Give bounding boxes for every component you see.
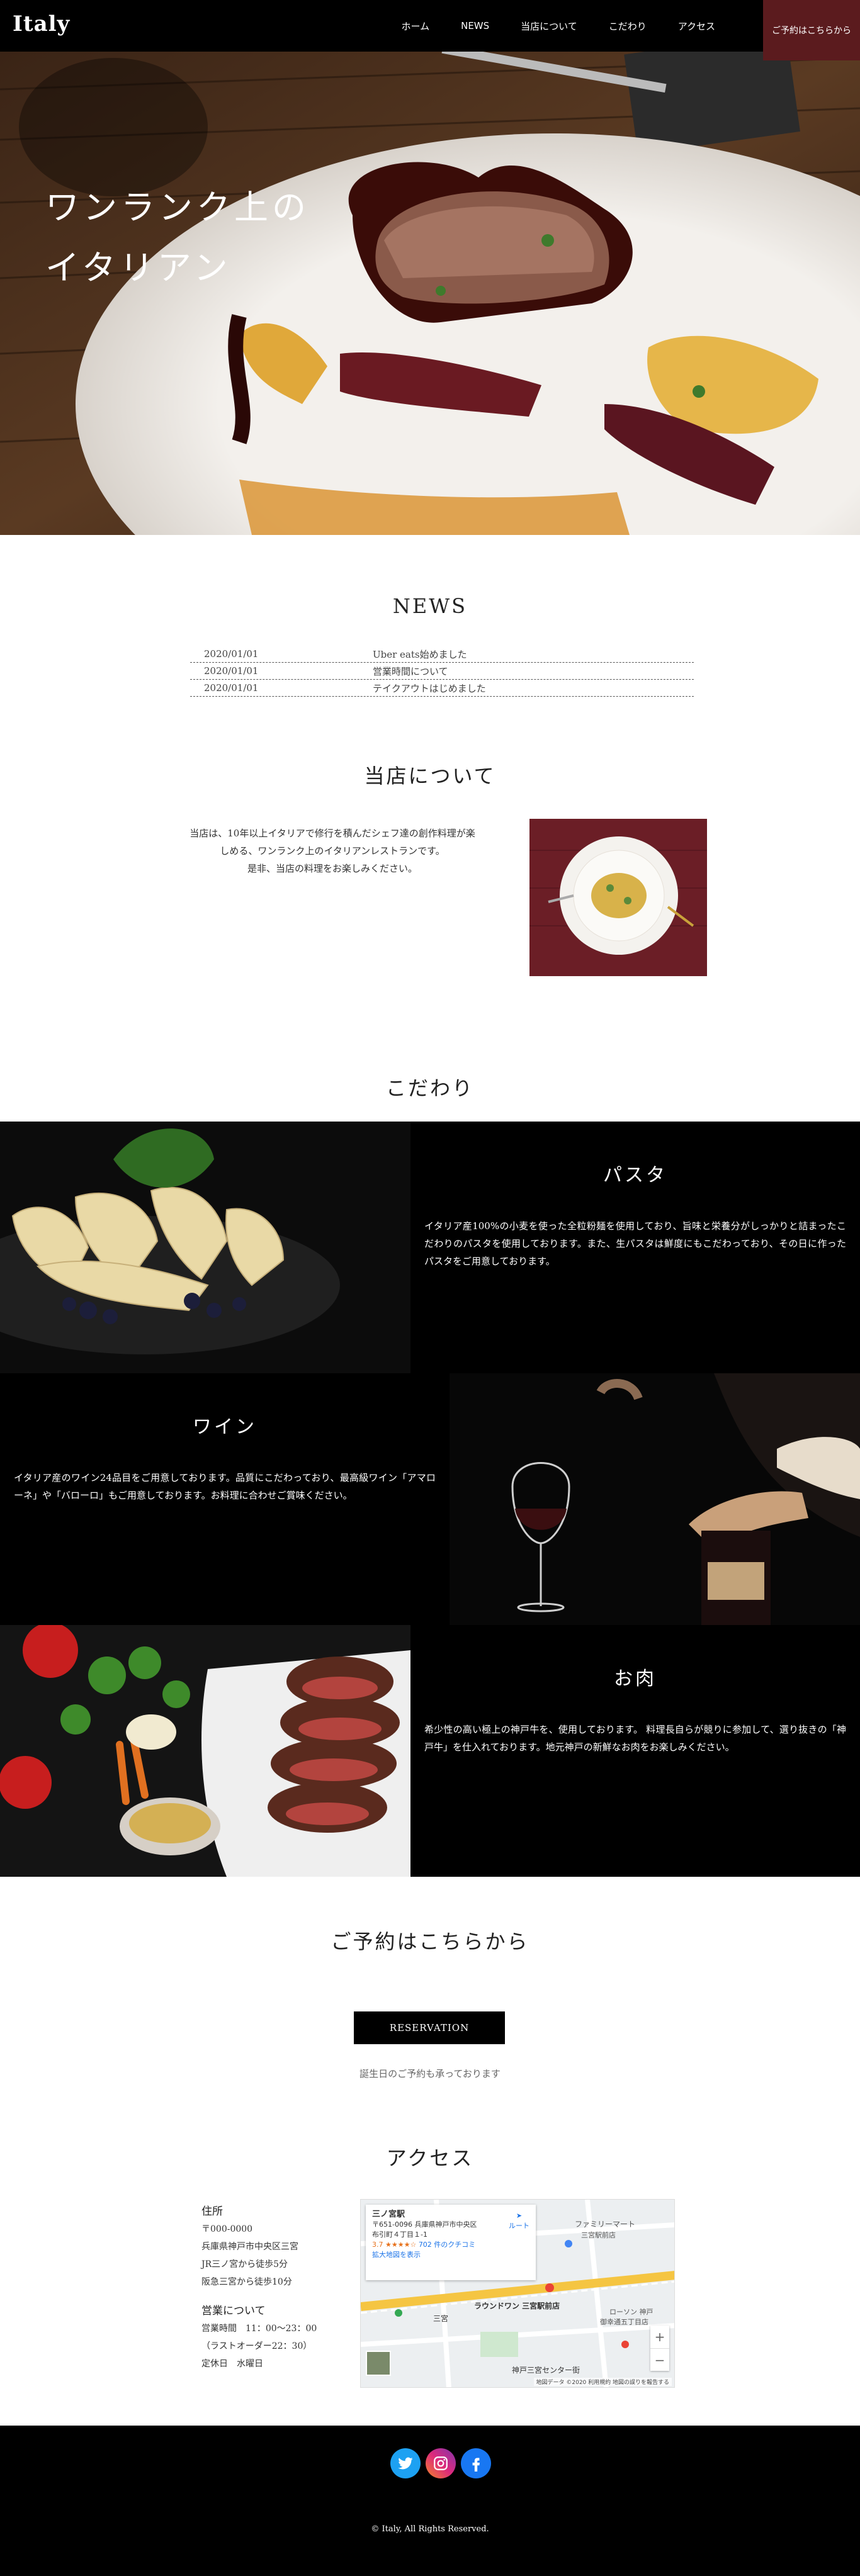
map-label: 神戸三宮センター街 (512, 2366, 580, 2375)
access-title: アクセス (386, 2146, 474, 2170)
map-place-name: 三ノ宮駅 (372, 2210, 405, 2219)
about-text: 当店は、10年以上イタリアで修行を積んだシェフ達の創作料理が楽 しめる、ワンラン… (169, 824, 496, 877)
about-pasta-image (529, 819, 707, 976)
news-section: NEWS 2020/01/01 Uber eats始めました 2020/01/0… (0, 594, 860, 697)
main-nav: ホーム NEWS 当店について こだわり アクセス (370, 0, 715, 52)
reserve-title: ご予約はこちらから (331, 1930, 529, 1954)
zoom-out-icon[interactable]: − (650, 2348, 669, 2371)
address-line: 阪急三宮から徒歩10分 (201, 2277, 292, 2287)
twitter-icon[interactable] (390, 2448, 421, 2478)
hours-line: （ラストオーダー22：30） (201, 2341, 312, 2351)
nav-home[interactable]: ホーム (402, 20, 430, 33)
about-section: 当店について 当店は、10年以上イタリアで修行を積んだシェフ達の創作料理が楽 し… (0, 760, 860, 976)
google-map[interactable]: 三ノ宮駅 〒651-0096 兵庫県神戸市中央区 布引町４丁目１-1 3.7 ★… (360, 2199, 675, 2388)
feature-wine: ワイン イタリア産のワイン24品目をご用意しております。品質にこだわっており、最… (0, 1373, 860, 1625)
news-text: Uber eats始めました (373, 648, 467, 660)
map-rating: 3.7 ★★★★☆ 702 件のクチコミ (372, 2241, 476, 2249)
copyright: © Italy, All Rights Reserved. (371, 2524, 489, 2534)
pasta-title: パスタ (603, 1164, 667, 1186)
wine-text-block: ワイン イタリア産のワイン24品目をご用意しております。品質にこだわっており、最… (0, 1373, 450, 1625)
access-info: 住所 〒000-0000 兵庫県神戸市中央区三宮 JR三ノ宮から徒歩5分 阪急三… (201, 2203, 359, 2373)
meat-text-block: お肉 希少性の高い極上の神戸牛を、使用しております。 料理長自らが競りに参加して… (410, 1625, 860, 1877)
hero-title-line1: ワンランク上の (45, 188, 310, 227)
pasta-description: イタリア産100%の小麦を使った全粒粉麺を使用しており、旨味と栄養分がしっかりと… (424, 1220, 846, 1267)
news-row[interactable]: 2020/01/01 テイクアウトはじめました (190, 680, 694, 697)
map-place-card: 三ノ宮駅 〒651-0096 兵庫県神戸市中央区 布引町４丁目１-1 3.7 ★… (366, 2205, 536, 2280)
hours-line: 定休日 水曜日 (201, 2359, 263, 2369)
map-label: ファミリーマート (575, 2220, 636, 2229)
address-line: 〒000-0000 (201, 2224, 253, 2234)
news-date: 2020/01/01 (204, 682, 259, 694)
kodawari-title: こだわり (385, 1076, 474, 1100)
wine-description: イタリア産のワイン24品目をご用意しております。品質にこだわっており、最高級ワイ… (14, 1472, 436, 1501)
about-title: 当店について (364, 764, 496, 788)
news-text: テイクアウトはじめました (373, 682, 486, 694)
feature-pasta: パスタ イタリア産100%の小麦を使った全粒粉麺を使用しており、旨味と栄養分がし… (0, 1122, 860, 1373)
site-header: Italy ホーム NEWS 当店について こだわり アクセス (0, 0, 860, 52)
pasta-text-block: パスタ イタリア産100%の小麦を使った全粒粉麺を使用しており、旨味と栄養分がし… (410, 1122, 860, 1373)
facebook-icon[interactable] (461, 2448, 491, 2478)
news-date: 2020/01/01 (204, 665, 259, 677)
map-rating-value: 3.7 (372, 2241, 383, 2249)
nav-news[interactable]: NEWS (461, 20, 489, 31)
site-footer: © Italy, All Rights Reserved. (0, 2426, 860, 2576)
reserve-note: 誕生日のご予約も承っております (359, 2068, 501, 2079)
map-label: 三宮駅前店 (581, 2231, 616, 2239)
reserve-top-button[interactable]: ご予約はこちらから (763, 0, 860, 60)
sns-links (390, 2448, 496, 2478)
hours-heading: 営業について (201, 2305, 266, 2317)
meat-title: お肉 (614, 1668, 657, 1690)
map-place-address: 〒651-0096 兵庫県神戸市中央区 布引町４丁目１-1 (372, 2220, 477, 2239)
news-row[interactable]: 2020/01/01 Uber eats始めました (190, 646, 694, 663)
news-date: 2020/01/01 (204, 648, 259, 660)
news-row[interactable]: 2020/01/01 営業時間について (190, 663, 694, 680)
map-route-label: ルート (509, 2222, 529, 2230)
map-reviews-link[interactable]: 702 件のクチコミ (419, 2241, 476, 2249)
meat-image (0, 1625, 410, 1877)
access-section: アクセス 住所 〒000-0000 兵庫県神戸市中央区三宮 JR三ノ宮から徒歩5… (0, 2142, 860, 2388)
nav-access[interactable]: アクセス (678, 20, 715, 33)
hero-section: ワンランク上の イタリアン (0, 52, 860, 535)
wine-title: ワイン (193, 1416, 257, 1438)
map-label: ローソン 神戸 (609, 2308, 653, 2316)
map-thumbnail[interactable] (366, 2351, 391, 2376)
nav-about[interactable]: 当店について (521, 20, 577, 33)
nav-kodawari[interactable]: こだわり (609, 20, 647, 33)
feature-meat: お肉 希少性の高い極上の神戸牛を、使用しております。 料理長自らが競りに参加して… (0, 1625, 860, 1877)
map-footer: 地図データ ©2020 利用規約 地図の誤りを報告する (533, 2378, 672, 2386)
news-text: 営業時間について (373, 665, 448, 677)
pasta-image (0, 1122, 410, 1373)
reserve-section: ご予約はこちらから RESERVATION 誕生日のご予約も承っております (0, 1926, 860, 2079)
map-zoom-controls: + − (650, 2326, 669, 2371)
address-line: 兵庫県神戸市中央区三宮 (201, 2242, 298, 2252)
address-line: JR三ノ宮から徒歩5分 (201, 2259, 288, 2269)
hero-title: ワンランク上の イタリアン (45, 177, 310, 298)
logo[interactable]: Italy (13, 11, 70, 37)
wine-image (450, 1373, 860, 1625)
news-list: 2020/01/01 Uber eats始めました 2020/01/01 営業時… (190, 646, 694, 697)
about-line: 是非、当店の料理をお楽しみください。 (247, 863, 417, 874)
address-heading: 住所 (201, 2205, 223, 2218)
about-line: しめる、ワンランク上のイタリアンレストランです。 (220, 845, 445, 857)
news-title: NEWS (392, 594, 468, 618)
map-label: 御幸通五丁目店 (600, 2318, 648, 2326)
reservation-button[interactable]: RESERVATION (354, 2011, 505, 2044)
instagram-icon[interactable] (426, 2448, 456, 2478)
map-label: ラウンドワン 三宮駅前店 (474, 2302, 560, 2310)
map-larger-link[interactable]: 拡大地図を表示 (372, 2250, 529, 2260)
meat-description: 希少性の高い極上の神戸牛を、使用しております。 料理長自らが競りに参加して、選り… (424, 1724, 846, 1753)
hero-title-line2: イタリアン (45, 248, 232, 288)
kodawari-section: こだわり (0, 1072, 860, 1101)
map-label: 三宮 (433, 2314, 449, 2323)
route-icon: ➤ (516, 2212, 523, 2220)
zoom-in-icon[interactable]: + (650, 2326, 669, 2348)
hours-line: 営業時間 11：00〜23：00 (201, 2324, 317, 2334)
about-line: 当店は、10年以上イタリアで修行を積んだシェフ達の創作料理が楽 (190, 828, 475, 839)
map-route-button[interactable]: ➤ ルート (509, 2211, 529, 2231)
